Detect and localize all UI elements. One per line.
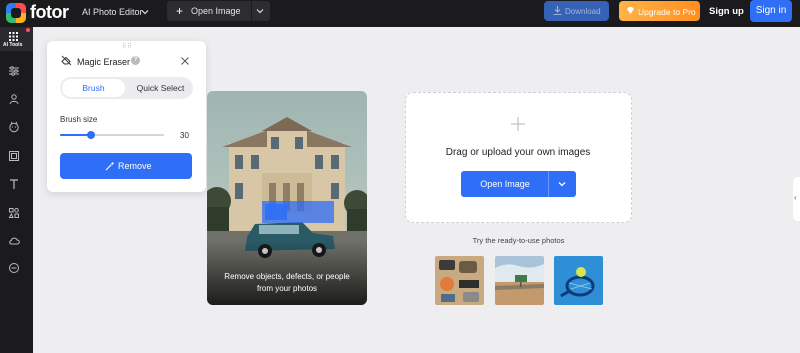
fotor-logo-icon[interactable] xyxy=(6,3,26,23)
left-sidebar: AI Tools xyxy=(0,27,33,353)
thumbnail-desert-image xyxy=(495,256,544,305)
open-image-label: Open Image xyxy=(480,179,530,189)
chevron-down-icon[interactable] xyxy=(255,6,265,16)
elements-icon[interactable] xyxy=(8,207,20,219)
panel-title: Magic Eraser xyxy=(77,57,131,67)
download-label: Download xyxy=(565,7,601,16)
upload-prompt: Drag or upload your own images xyxy=(445,147,591,158)
top-bar: fotor AI Photo Editor + Open Image Downl… xyxy=(0,0,800,27)
sample-thumbnail[interactable] xyxy=(554,256,603,305)
notification-dot xyxy=(26,28,30,32)
remove-label: Remove xyxy=(118,161,152,171)
sidebar-item-ai-tools[interactable]: AI Tools xyxy=(0,27,33,51)
cloud-icon[interactable] xyxy=(8,235,20,247)
sample-caption-line: from your photos xyxy=(256,284,318,293)
sliders-icon[interactable] xyxy=(8,65,20,77)
close-icon[interactable] xyxy=(180,56,190,66)
logo-text[interactable]: fotor xyxy=(30,2,69,23)
plus-icon xyxy=(511,117,525,131)
chevron-left-icon: ‹ xyxy=(794,193,797,202)
download-icon xyxy=(553,6,562,16)
mode-toggle: Brush Quick Select xyxy=(60,77,193,99)
diamond-icon xyxy=(627,7,634,14)
thumbnail-flatlay-image xyxy=(435,256,484,305)
text-icon[interactable] xyxy=(8,178,20,190)
help-icon[interactable]: ? xyxy=(131,56,140,65)
plus-icon: + xyxy=(176,4,184,18)
drag-handle-icon[interactable]: ⠿⠿ xyxy=(122,43,133,50)
chevron-down-icon[interactable] xyxy=(557,179,567,189)
chevron-down-icon[interactable] xyxy=(140,7,150,17)
open-image-upload-button[interactable]: Open Image xyxy=(461,171,576,197)
brush-size-label: Brush size xyxy=(60,115,98,124)
download-button[interactable]: Download xyxy=(544,1,609,21)
sidebar-item-label: AI Tools xyxy=(3,42,23,48)
magic-eraser-panel: ⠿⠿ Magic Eraser ? Brush Quick Select Bru… xyxy=(47,41,206,192)
try-photos-label: Try the ready-to-use photos xyxy=(472,236,565,245)
remove-button[interactable]: Remove xyxy=(60,153,192,179)
magic-wand-icon xyxy=(105,161,115,171)
upgrade-to-pro-button[interactable]: Upgrade to Pro xyxy=(619,1,700,21)
sample-thumbnail[interactable] xyxy=(435,256,484,305)
grid-icon xyxy=(9,32,18,41)
sign-up-link[interactable]: Sign up xyxy=(709,6,744,17)
sample-caption: Remove objects, defects, or people from … xyxy=(207,271,367,295)
tab-quick-select[interactable]: Quick Select xyxy=(130,79,191,97)
upgrade-label: Upgrade to Pro xyxy=(638,7,696,17)
slider-handle[interactable] xyxy=(87,131,96,139)
editor-select[interactable]: AI Photo Editor xyxy=(82,7,143,17)
upload-drop-zone[interactable]: Drag or upload your own images Open Imag… xyxy=(405,92,632,223)
open-image-button[interactable]: + Open Image xyxy=(167,1,270,21)
side-panel-toggle[interactable]: ‹ xyxy=(793,177,800,221)
sample-caption-line: Remove objects, defects, or people xyxy=(224,272,350,281)
eraser-icon xyxy=(61,55,72,66)
brush-size-slider[interactable] xyxy=(60,131,164,139)
divider xyxy=(251,1,252,21)
divider xyxy=(548,171,549,197)
face-icon[interactable] xyxy=(8,121,20,133)
more-icon[interactable] xyxy=(8,262,20,274)
sample-photo: Remove objects, defects, or people from … xyxy=(207,91,367,305)
brush-size-value: 30 xyxy=(180,131,189,140)
person-icon[interactable] xyxy=(8,93,20,105)
frame-icon[interactable] xyxy=(8,150,20,162)
open-image-label: Open Image xyxy=(191,6,241,16)
sign-in-button[interactable]: Sign in xyxy=(750,0,792,22)
sample-thumbnail[interactable] xyxy=(495,256,544,305)
tab-brush[interactable]: Brush xyxy=(62,79,125,97)
thumbnail-tennis-image xyxy=(554,256,603,305)
